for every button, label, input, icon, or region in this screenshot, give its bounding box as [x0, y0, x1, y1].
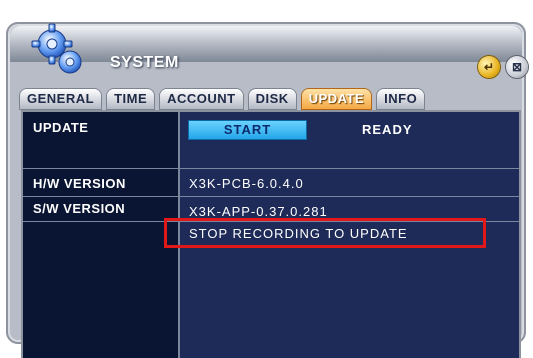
- start-button[interactable]: START: [189, 121, 306, 139]
- sw-version-label: S/W VERSION: [33, 201, 126, 216]
- hw-version-label: H/W VERSION: [33, 176, 126, 191]
- row-divider: [23, 168, 519, 169]
- update-status: READY: [362, 122, 413, 137]
- tab-bar: GENERAL TIME ACCOUNT DISK UPDATE INFO: [20, 89, 425, 111]
- tab-disk[interactable]: DISK: [248, 89, 296, 109]
- enter-icon[interactable]: ↵: [478, 56, 500, 78]
- label-column: [23, 112, 180, 358]
- tab-account[interactable]: ACCOUNT: [160, 89, 243, 109]
- tab-general[interactable]: GENERAL: [20, 89, 102, 109]
- close-icon[interactable]: ⊠: [506, 56, 528, 78]
- hw-version-value: X3K-PCB-6.0.4.0: [189, 176, 304, 191]
- highlight-box: [164, 218, 486, 248]
- window-title: SYSTEM: [110, 54, 179, 71]
- tab-info[interactable]: INFO: [377, 89, 425, 109]
- sw-version-value: X3K-APP-0.37.0.281: [189, 204, 328, 219]
- gear-icon: [31, 23, 82, 74]
- system-window: SYSTEM ↵ ⊠ GENERAL TIME ACCOUNT DISK UPD…: [6, 22, 528, 358]
- update-label: UPDATE: [33, 120, 89, 135]
- tab-time[interactable]: TIME: [107, 89, 155, 109]
- row-divider: [23, 196, 519, 197]
- tab-update[interactable]: UPDATE: [301, 89, 372, 109]
